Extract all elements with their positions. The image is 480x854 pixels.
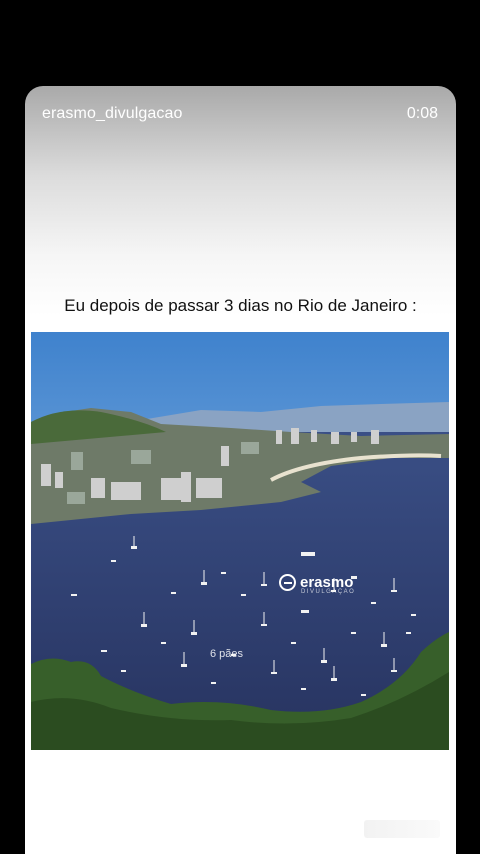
story-card: erasmo_divulgacao 0:08 Eu depois de pass… [25, 86, 456, 854]
username[interactable]: erasmo_divulgacao [42, 105, 182, 123]
erasmo-watermark: erasmo DIVULGAÇÃO [279, 574, 354, 595]
story-header: erasmo_divulgacao 0:08 [25, 100, 456, 128]
watermark-subtext: DIVULGAÇÃO [301, 589, 356, 595]
rio-bay-photo [31, 332, 449, 750]
faded-corner-watermark [364, 820, 440, 838]
meme-caption: Eu depois de passar 3 dias no Rio de Jan… [64, 296, 417, 315]
video-timer: 0:08 [406, 105, 438, 122]
overlay-text: 6 pães [210, 648, 244, 660]
erasmo-logo-icon [279, 574, 296, 591]
